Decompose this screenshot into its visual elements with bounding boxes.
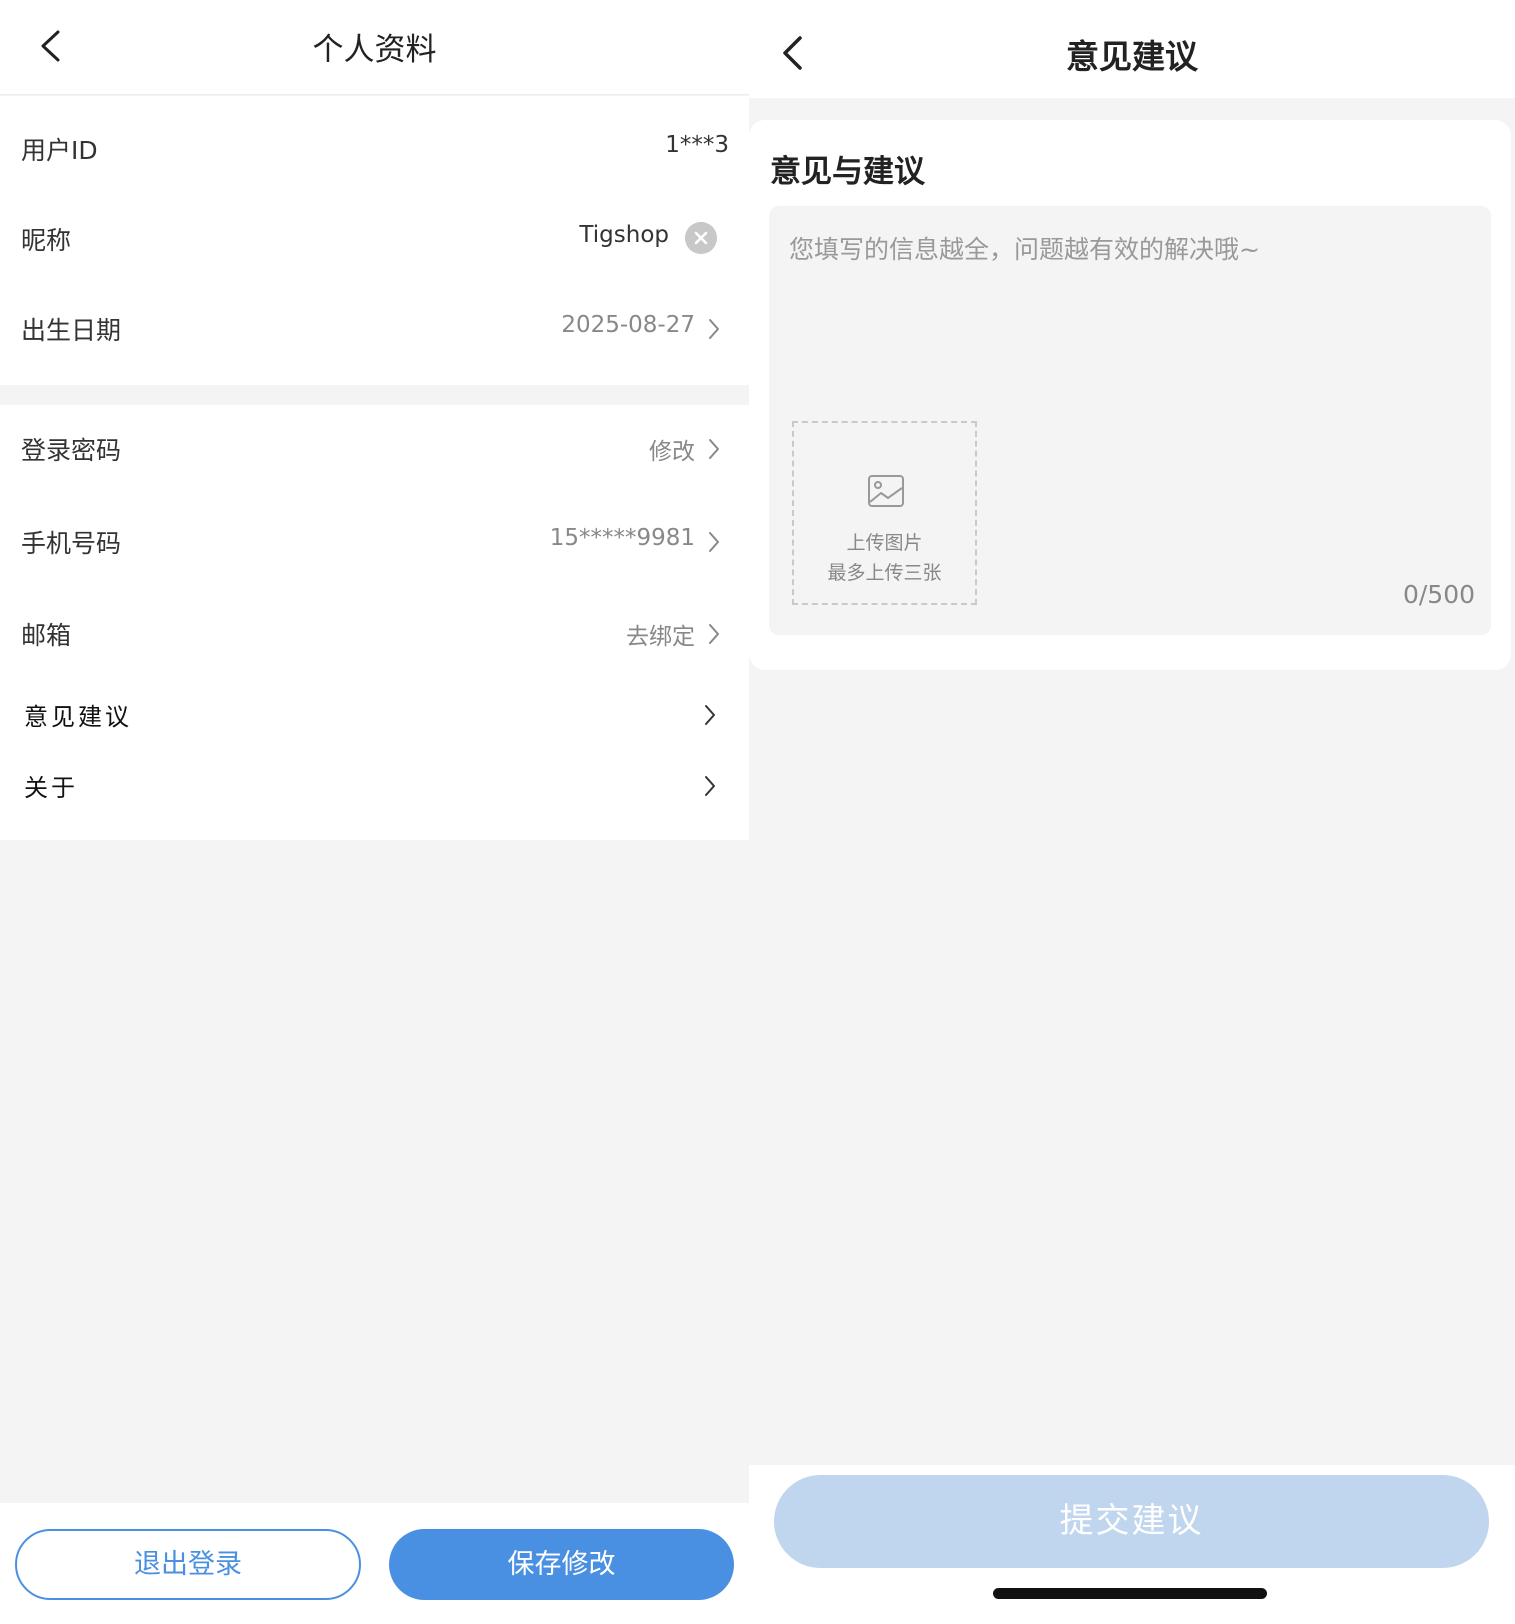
upload-image-button[interactable]: 上传图片 最多上传三张 [792,421,977,605]
logout-button[interactable]: 退出登录 [15,1529,361,1600]
profile-nav-bar: 个人资料 [0,0,749,95]
row-about[interactable]: 关于 [0,756,749,816]
password-action: 修改 [649,439,695,465]
user-id-value: 1***3 [665,132,729,158]
upload-hint: 最多上传三张 [827,562,942,584]
home-indicator [993,1588,1267,1599]
feedback-screen: 意见建议 意见与建议 您填写的信息越全，问题越有效的解决哦~ 上传图片 最多上传… [749,0,1515,1624]
nickname-label: 昵称 [21,226,72,255]
submit-button[interactable]: 提交建议 [774,1475,1489,1568]
row-email[interactable]: 邮箱 去绑定 [0,604,749,664]
about-label: 关于 [24,774,78,802]
image-icon [868,475,904,507]
feedback-nav-bar: 意见建议 [749,0,1515,98]
email-label: 邮箱 [21,621,72,650]
account-settings-group: 登录密码 修改 手机号码 15*****9981 邮箱 去绑定 意见建议 关于 [0,405,749,840]
phone-value: 15*****9981 [549,525,695,551]
profile-info-group: 用户ID 1***3 昵称 Tigshop 出生日期 2025-08-27 [0,96,749,385]
row-nickname[interactable]: 昵称 Tigshop [0,209,749,269]
page-title: 个人资料 [312,32,437,68]
section-title: 意见与建议 [770,154,925,190]
phone-label: 手机号码 [21,529,122,558]
profile-screen: 个人资料 用户ID 1***3 昵称 Tigshop 出生日期 2025-08-… [0,0,749,1624]
birthday-value: 2025-08-27 [561,312,695,338]
row-user-id: 用户ID 1***3 [0,119,749,179]
textarea-placeholder: 您填写的信息越全，问题越有效的解决哦~ [789,235,1260,264]
chevron-right-icon [705,776,715,796]
nickname-input[interactable]: Tigshop [579,222,669,248]
chevron-right-icon [709,532,719,552]
email-action: 去绑定 [626,624,695,650]
save-button[interactable]: 保存修改 [389,1529,734,1600]
upload-label: 上传图片 [846,532,923,554]
row-feedback[interactable]: 意见建议 [0,685,749,745]
row-birthday[interactable]: 出生日期 2025-08-27 [0,299,749,359]
chevron-right-icon [705,705,715,725]
chevron-right-icon [709,319,719,339]
char-counter: 0/500 [1402,580,1475,609]
profile-action-bar: 退出登录 保存修改 [0,1503,749,1624]
feedback-label: 意见建议 [24,703,132,731]
clear-icon[interactable] [685,222,717,254]
chevron-right-icon [709,439,719,459]
birthday-label: 出生日期 [21,316,122,345]
row-phone[interactable]: 手机号码 15*****9981 [0,512,749,572]
password-label: 登录密码 [21,436,122,465]
feedback-action-bar: 提交建议 [749,1465,1515,1624]
chevron-right-icon [709,624,719,644]
feedback-textarea[interactable]: 您填写的信息越全，问题越有效的解决哦~ 上传图片 最多上传三张 0/500 [769,206,1491,635]
row-password[interactable]: 登录密码 修改 [0,419,749,479]
page-title: 意见建议 [1066,37,1198,76]
feedback-card: 意见与建议 您填写的信息越全，问题越有效的解决哦~ 上传图片 最多上传三张 0/… [749,120,1511,670]
user-id-label: 用户ID [21,136,98,165]
